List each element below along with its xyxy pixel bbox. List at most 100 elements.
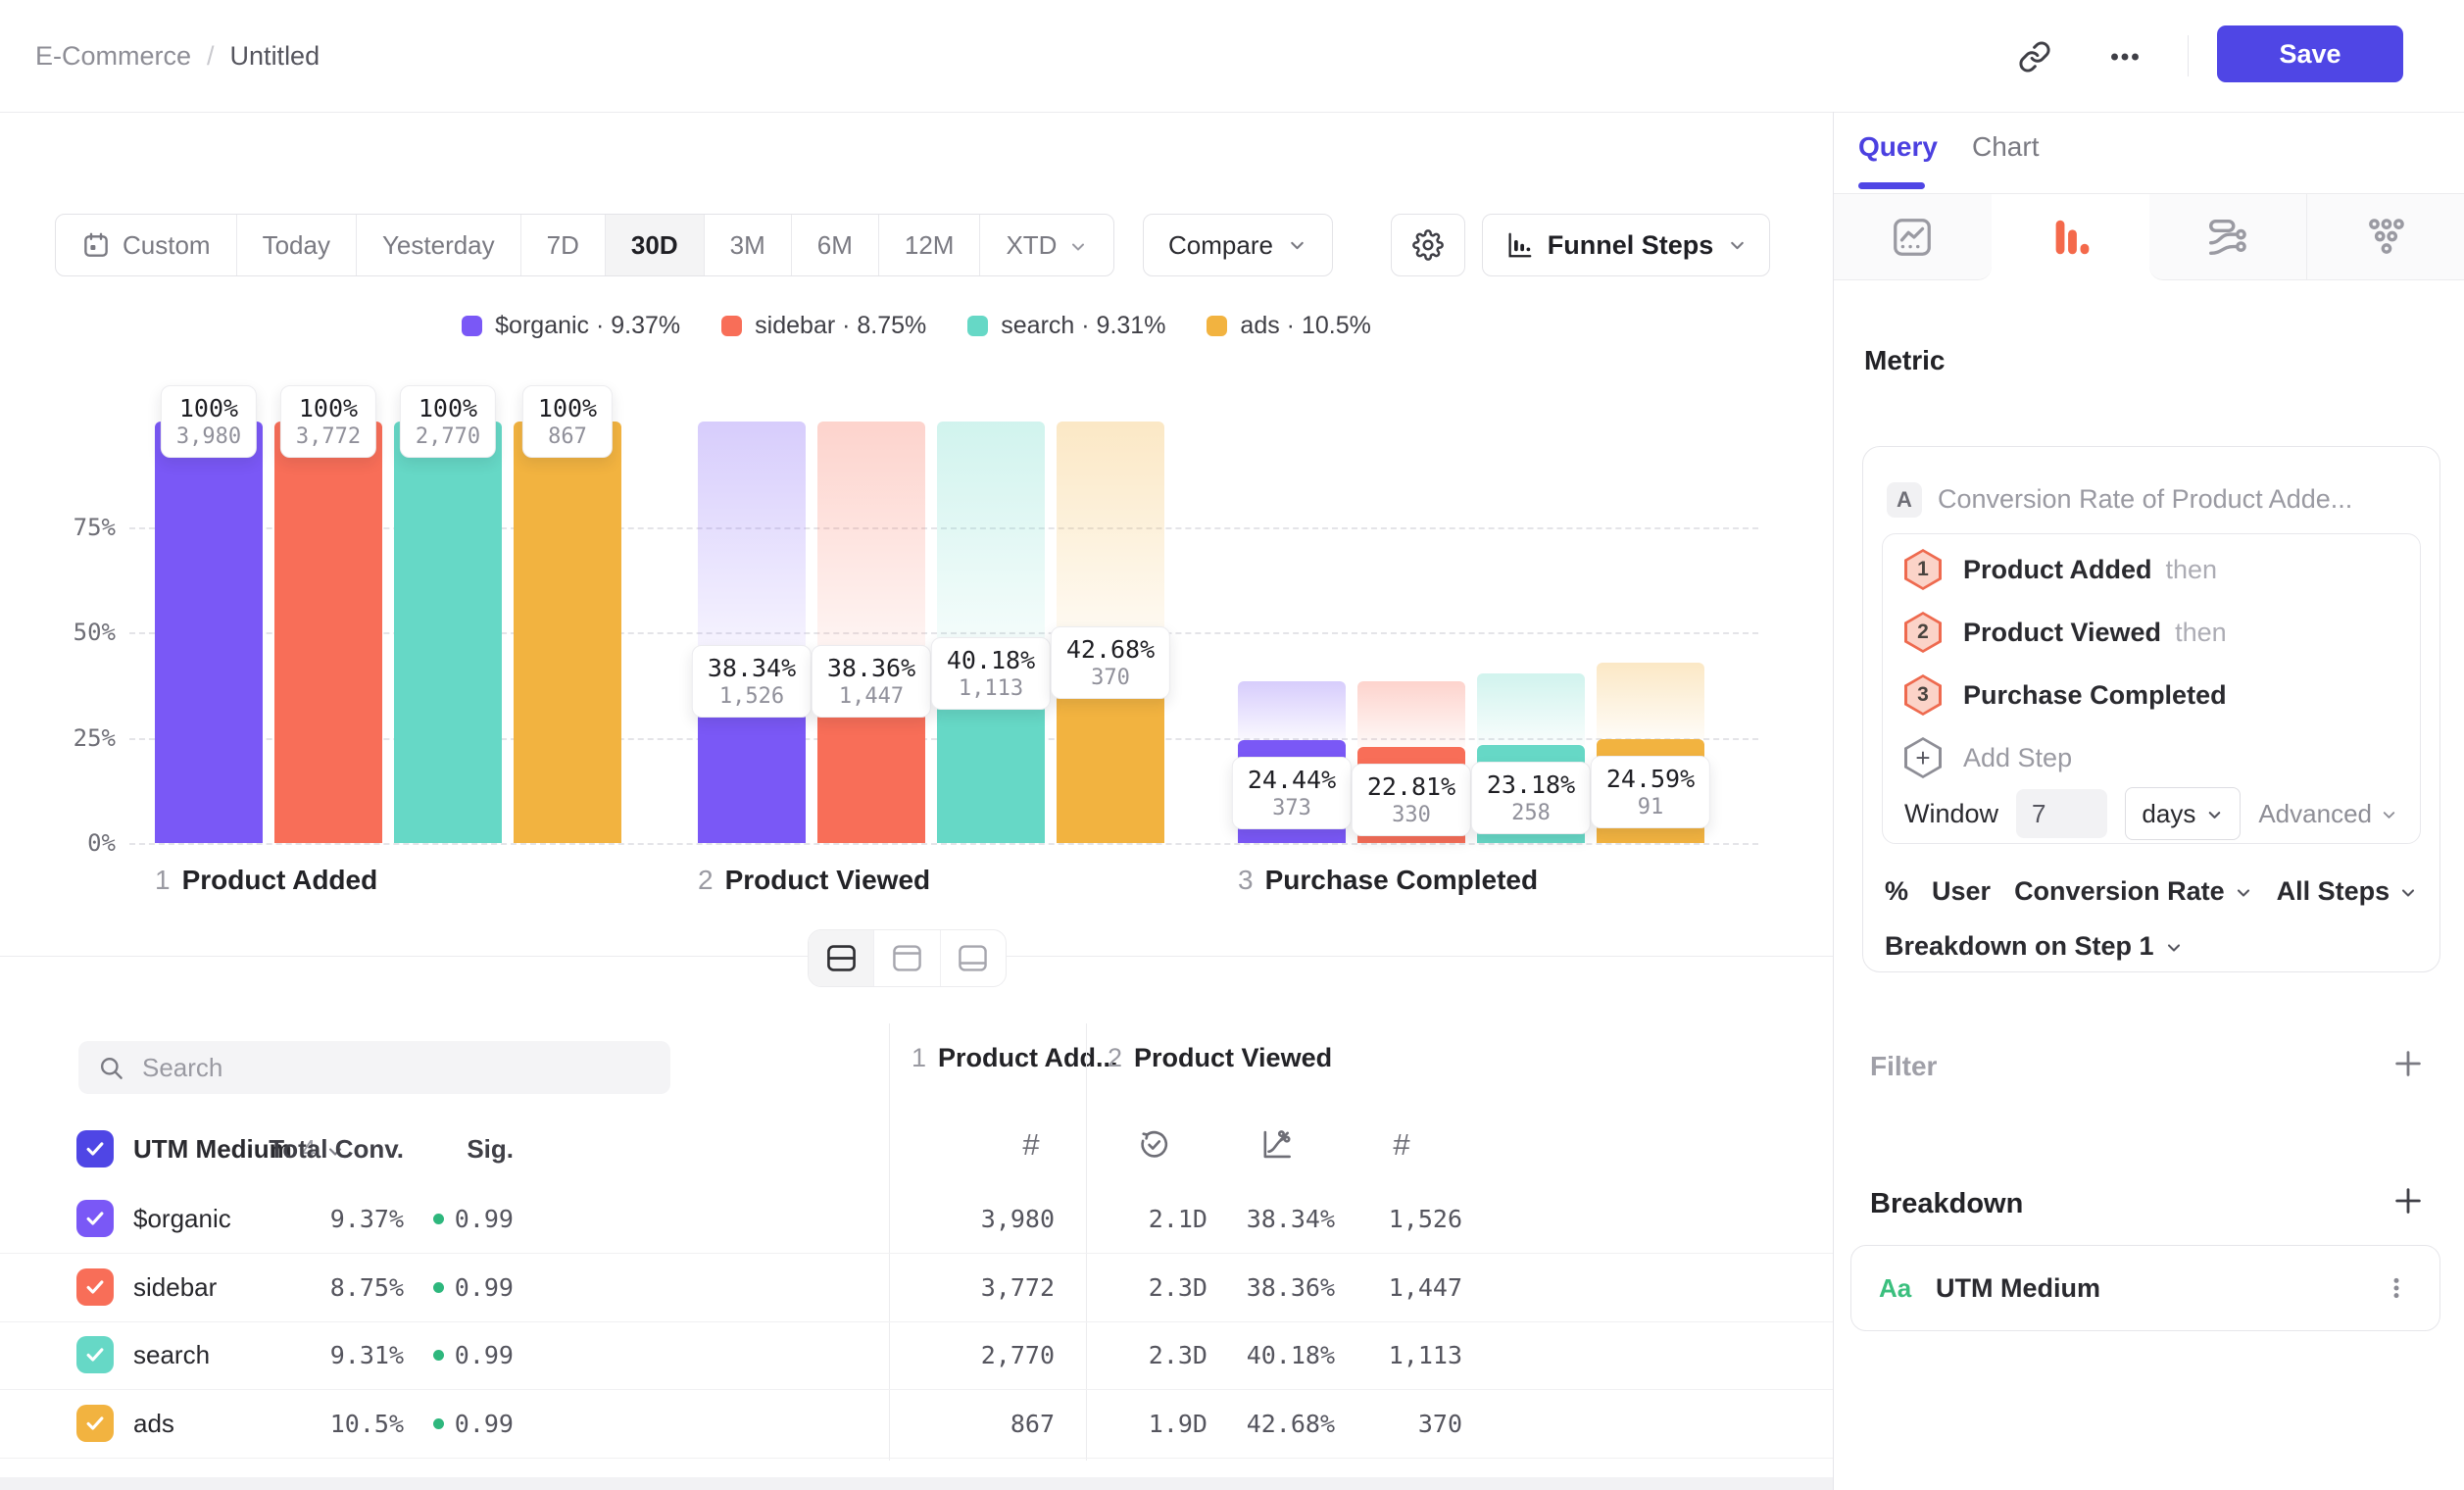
advanced-label: Advanced [2258,799,2372,829]
bar-pct: 100% [538,394,597,422]
step-number-hex-icon: 1 [1904,549,1942,590]
query-step-1[interactable]: 1 Product Added then [1904,548,2217,591]
funnel-ghost-bar [1238,681,1346,740]
chart-type-tab-funnel[interactable] [1992,194,2149,280]
split-view-icon [826,944,857,972]
tab-query[interactable]: Query [1858,131,1938,163]
chart-type-tab-flow[interactable] [2149,194,2307,280]
add-breakdown-button[interactable] [2391,1184,2425,1217]
window-unit-select[interactable]: days [2125,787,2241,840]
add-step-button[interactable]: + Add Step [1904,736,2072,779]
check-icon [84,1413,106,1434]
bar-pct: 24.44% [1248,766,1336,794]
sig-dot [433,1350,444,1361]
bar-count: 91 [1606,795,1695,820]
select-all-checkbox[interactable] [76,1130,114,1167]
chart-type-tab-line-chart[interactable] [1834,194,1992,280]
search-input[interactable] [140,1052,651,1084]
row-checkbox[interactable] [76,1268,114,1306]
funnel-bar-search[interactable] [394,422,502,843]
row-checkbox[interactable] [76,1200,114,1237]
measure-scope-label: All Steps [2277,876,2390,907]
funnel-bar-organic[interactable] [155,422,263,843]
chevron-down-icon [2234,883,2253,903]
search-box [78,1041,670,1094]
query-step-2[interactable]: 2Product Viewedthen [1904,611,2227,654]
time-to-convert-icon[interactable] [1137,1127,1171,1162]
step-number-hex-icon: 2 [1904,612,1942,653]
count-icon[interactable]: # [1016,1127,1046,1163]
funnel-ghost-bar [1597,663,1704,739]
bar-count: 1,526 [708,684,796,709]
conversion-rate-icon[interactable] [1259,1127,1294,1162]
row-name[interactable]: ads [133,1390,174,1458]
row-checkbox[interactable] [76,1405,114,1442]
total-conv-header[interactable]: Total Conv. [235,1118,404,1181]
metric-heading: Metric [1864,345,1945,376]
breakdown-item-card[interactable]: Aa UTM Medium [1850,1245,2440,1331]
check-icon [84,1138,106,1160]
more-menu-button[interactable] [2105,37,2144,76]
view-toggle-chart-only[interactable] [874,930,940,986]
funnel-ghost-bar [698,422,806,681]
step-suffix: then [2166,555,2218,585]
scatter-icon [2363,215,2408,260]
step-number: 2 [698,865,714,896]
count-icon[interactable]: # [1387,1127,1416,1163]
sig-value: 0.99 [455,1321,514,1389]
kebab-menu-button[interactable] [2377,1268,2416,1308]
view-toggle-split-view[interactable] [809,930,874,986]
advanced-toggle[interactable]: Advanced [2258,799,2398,829]
funnel-bar-ads[interactable] [514,422,621,843]
row-significance: 0.99 [376,1321,514,1389]
metric-badge: A [1887,482,1922,518]
bar-value-label: 24.59%91 [1591,756,1710,828]
active-tab-underline [1858,182,1925,189]
bar-value-label: 24.44%373 [1232,757,1352,829]
row-checkbox[interactable] [76,1336,114,1373]
link-icon [2018,40,2051,74]
row-step2-count: 1,526 [1272,1185,1462,1253]
query-step-3[interactable]: 3Purchase Completed [1904,673,2227,717]
breakdown-on-step-select[interactable]: Breakdown on Step 1 [1885,931,2184,962]
measure-entity[interactable]: User [1932,876,1991,907]
chevron-down-icon [2398,883,2418,903]
save-button[interactable]: Save [2217,25,2403,82]
tab-chart[interactable]: Chart [1972,131,2039,163]
step-number: 3 [1238,865,1254,896]
funnel-ghost-bar [1477,673,1585,745]
sig-dot [433,1214,444,1224]
metric-title[interactable]: Conversion Rate of Product Adde... [1938,484,2352,515]
step-name: Product Added [182,865,378,896]
add-filter-button[interactable] [2391,1047,2425,1080]
property-type-icon: Aa [1879,1246,1911,1330]
step2-number: 2 [1108,1043,1122,1073]
row-name[interactable]: sidebar [133,1254,217,1321]
row-name[interactable]: $organic [133,1185,231,1253]
table-step2-header[interactable]: 2 Product Viewed [1108,1043,1332,1073]
bar-pct: 42.68% [1066,635,1155,664]
view-toggle-table-only[interactable] [941,930,1006,986]
measure-metric-select[interactable]: Conversion Rate [2014,876,2253,907]
chevron-down-icon [2164,938,2184,958]
window-value-input[interactable]: 7 [2016,789,2107,838]
bar-count: 3,772 [296,424,361,449]
sig-value: 0.99 [455,1185,514,1253]
sig-header[interactable]: Sig. [416,1118,514,1181]
measure-metric-label: Conversion Rate [2014,876,2225,907]
measure-scope-select[interactable]: All Steps [2277,876,2419,907]
bar-count: 258 [1487,801,1575,825]
chart-type-tab-scatter[interactable] [2306,194,2464,280]
row-name[interactable]: search [133,1321,210,1389]
share-link-button[interactable] [2015,37,2054,76]
horizontal-scrollbar[interactable] [0,1477,1833,1490]
bar-value-label: 38.34%1,526 [692,645,812,718]
query-step-label: Product Added [1963,555,2152,585]
gridline [129,843,1758,845]
sig-dot [433,1418,444,1429]
window-unit-value: days [2142,799,2195,829]
y-axis-tick: 0% [29,829,116,857]
row-significance: 0.99 [376,1390,514,1458]
funnel-bar-sidebar[interactable] [274,422,382,843]
check-icon [84,1344,106,1366]
